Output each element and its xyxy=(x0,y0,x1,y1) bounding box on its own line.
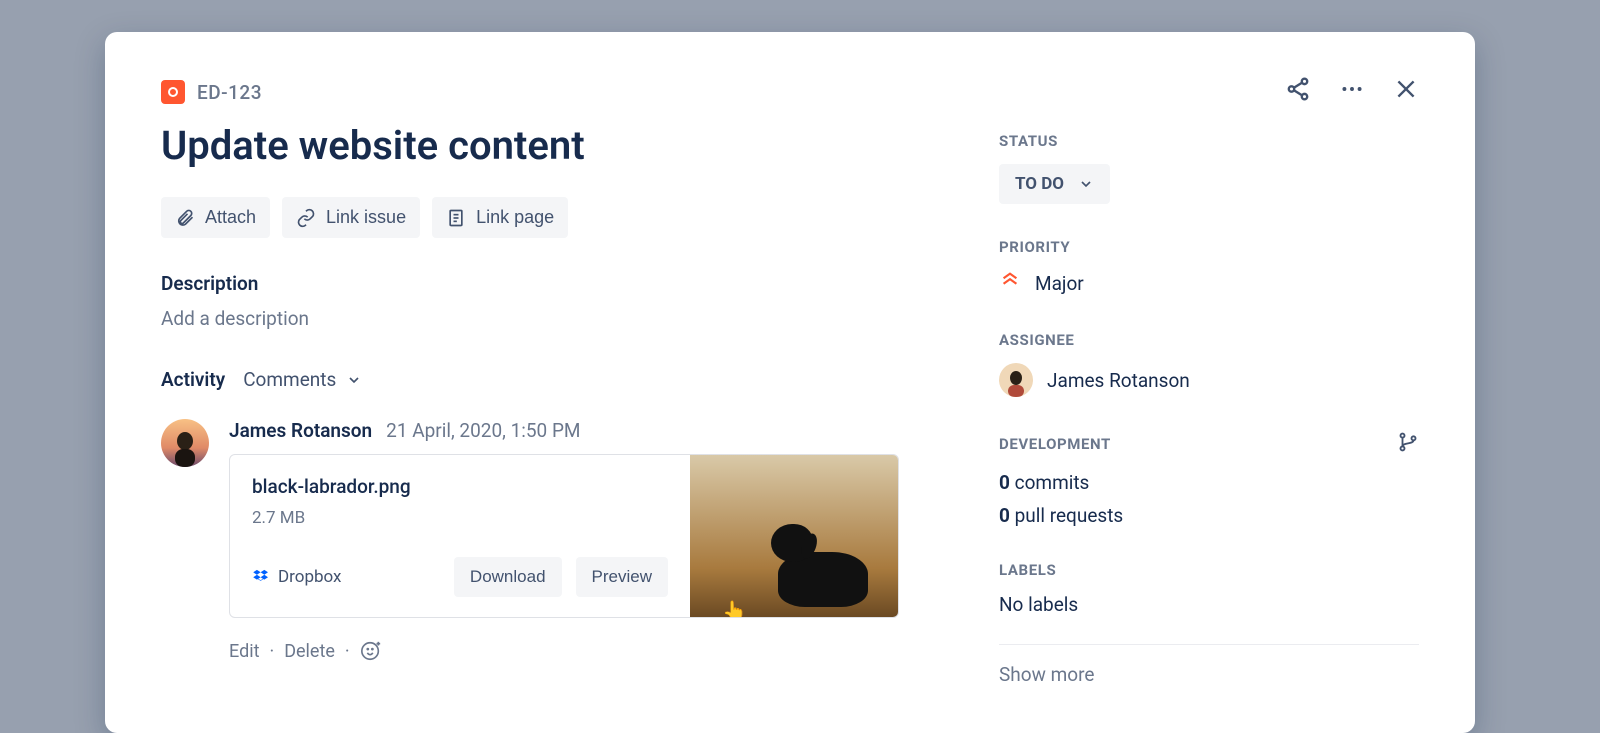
chevron-down-icon xyxy=(1078,176,1094,192)
more-actions-button[interactable] xyxy=(1339,76,1365,102)
share-button[interactable] xyxy=(1285,76,1311,102)
project-icon[interactable] xyxy=(161,80,185,104)
assignee-field: Assignee James Rotanson xyxy=(999,331,1419,397)
attachment-filename[interactable]: black-labrador.png xyxy=(252,475,668,498)
link-issue-label: Link issue xyxy=(326,207,406,228)
modal-actions xyxy=(1285,76,1419,102)
attachment-size: 2.7 MB xyxy=(252,508,668,528)
status-value: TO DO xyxy=(1015,174,1064,194)
development-label: Development xyxy=(999,435,1111,453)
labels-field: Labels No labels xyxy=(999,561,1419,616)
issue-title[interactable]: Update website content xyxy=(161,122,959,169)
link-issue-button[interactable]: Link issue xyxy=(282,197,420,238)
comment-timestamp: 21 April, 2020, 1:50 PM xyxy=(386,419,580,442)
pull-requests-metric[interactable]: 0 pull requests xyxy=(999,504,1419,527)
add-reaction-icon[interactable] xyxy=(360,640,382,662)
link-page-button[interactable]: Link page xyxy=(432,197,568,238)
priority-value-row[interactable]: Major xyxy=(999,270,1419,297)
close-button[interactable] xyxy=(1393,76,1419,102)
comment-author[interactable]: James Rotanson xyxy=(229,419,372,442)
breadcrumb: ED-123 xyxy=(161,80,959,104)
download-button[interactable]: Download xyxy=(454,557,562,597)
issue-toolbar: Attach Link issue Link page xyxy=(161,197,959,238)
status-dropdown[interactable]: TO DO xyxy=(999,164,1110,204)
priority-label: Priority xyxy=(999,238,1419,256)
activity-tab-label: Comments xyxy=(243,368,336,391)
paperclip-icon xyxy=(175,208,195,228)
issue-main: ED-123 Update website content Attach Lin… xyxy=(161,80,959,733)
assignee-name: James Rotanson xyxy=(1047,369,1190,392)
activity-heading: Activity xyxy=(161,368,225,391)
attach-button[interactable]: Attach xyxy=(161,197,270,238)
description-heading: Description xyxy=(161,272,959,295)
comment-actions: Edit · Delete · xyxy=(229,640,959,662)
provider-label: Dropbox xyxy=(278,567,342,587)
status-label: Status xyxy=(999,132,1419,150)
create-branch-button[interactable] xyxy=(1397,431,1419,457)
activity-tab-select[interactable]: Comments xyxy=(243,368,362,391)
attachment-provider[interactable]: Dropbox xyxy=(252,567,342,587)
attachment-thumbnail[interactable] xyxy=(690,455,898,617)
priority-field: Priority Major xyxy=(999,238,1419,297)
edit-comment-button[interactable]: Edit xyxy=(229,641,259,662)
development-field: Development 0 commits 0 pull requests xyxy=(999,431,1419,527)
priority-major-icon xyxy=(999,270,1021,297)
attachment-info: black-labrador.png 2.7 MB Dropbox Downlo… xyxy=(230,455,690,617)
status-field: Status TO DO xyxy=(999,132,1419,204)
labels-label: Labels xyxy=(999,561,1419,579)
issue-key[interactable]: ED-123 xyxy=(197,81,262,104)
page-icon xyxy=(446,208,466,228)
description-input[interactable]: Add a description xyxy=(161,307,959,330)
link-page-label: Link page xyxy=(476,207,554,228)
dropbox-icon xyxy=(252,568,270,586)
labels-value[interactable]: No labels xyxy=(999,593,1419,616)
assignee-avatar xyxy=(999,363,1033,397)
link-icon xyxy=(296,208,316,228)
comment-body: James Rotanson 21 April, 2020, 1:50 PM b… xyxy=(229,419,959,662)
activity-header: Activity Comments xyxy=(161,368,959,391)
assignee-label: Assignee xyxy=(999,331,1419,349)
delete-comment-button[interactable]: Delete xyxy=(284,641,335,662)
issue-sidebar: Status TO DO Priority Major Assignee Jam… xyxy=(999,80,1419,733)
commits-metric[interactable]: 0 commits xyxy=(999,471,1419,494)
preview-button[interactable]: Preview xyxy=(576,557,668,597)
chevron-down-icon xyxy=(346,372,362,388)
attach-label: Attach xyxy=(205,207,256,228)
assignee-value-row[interactable]: James Rotanson xyxy=(999,363,1419,397)
attachment-card: black-labrador.png 2.7 MB Dropbox Downlo… xyxy=(229,454,899,618)
priority-value: Major xyxy=(1035,272,1084,295)
comment-avatar[interactable] xyxy=(161,419,209,467)
show-more-button[interactable]: Show more xyxy=(999,663,1419,686)
comment: James Rotanson 21 April, 2020, 1:50 PM b… xyxy=(161,419,959,662)
issue-modal: ED-123 Update website content Attach Lin… xyxy=(105,32,1475,733)
sidebar-divider xyxy=(999,644,1419,645)
